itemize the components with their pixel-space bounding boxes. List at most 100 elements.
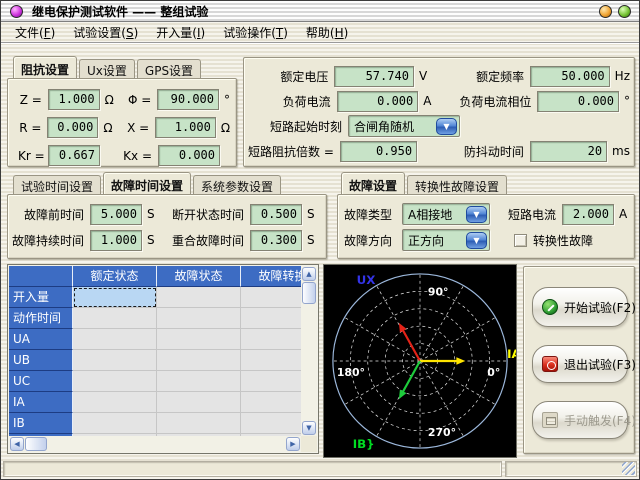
reclose-fault-time-unit: S [302, 233, 315, 247]
table-cell[interactable] [241, 392, 301, 413]
tab-convertible-fault-settings[interactable]: 转换性故障设置 [407, 175, 507, 194]
r-label: R = [18, 121, 47, 135]
scroll-up-icon[interactable]: ▲ [302, 267, 316, 281]
rated-voltage-input[interactable]: 57.740 [334, 66, 414, 87]
load-current-input[interactable]: 0.000 [337, 91, 419, 112]
table-cell[interactable] [73, 371, 157, 392]
convertible-fault-label: 转换性故障 [533, 232, 593, 249]
tab-ux-settings[interactable]: Ux设置 [79, 59, 135, 78]
rated-frequency-label: 额定频率 [435, 68, 530, 85]
scroll-left-icon[interactable]: ◀ [10, 437, 24, 451]
tab-fault-settings[interactable]: 故障设置 [341, 172, 405, 194]
phase-group-label: UX [357, 273, 376, 287]
z-input[interactable]: 1.000 [48, 89, 100, 110]
chevron-down-icon[interactable]: ▼ [466, 206, 487, 223]
row-header[interactable]: IA [9, 392, 73, 413]
fault-type-label: 故障类型 [344, 206, 402, 223]
phi-input[interactable]: 90.000 [157, 89, 219, 110]
table-cell[interactable] [241, 371, 301, 392]
tab-fault-time-settings[interactable]: 故障时间设置 [103, 172, 191, 194]
table-cell[interactable] [157, 392, 241, 413]
pre-fault-time-unit: S [142, 207, 158, 221]
pre-fault-time-input[interactable]: 5.000 [90, 204, 142, 225]
row-header[interactable]: UC [9, 371, 73, 392]
horizontal-scrollbar[interactable]: ◀ ▶ [9, 436, 301, 452]
horizontal-scroll-thumb[interactable] [25, 437, 47, 451]
table-cell[interactable] [241, 413, 301, 434]
anti-shake-time-input[interactable]: 20 [530, 141, 607, 162]
kr-input[interactable]: 0.667 [48, 145, 100, 166]
table-cell[interactable] [241, 287, 301, 308]
x-input[interactable]: 1.000 [155, 117, 216, 138]
vertical-scrollbar[interactable]: ▲ ▼ [301, 266, 317, 436]
convertible-fault-checkbox[interactable] [514, 234, 527, 247]
short-circuit-current-unit: A [614, 207, 627, 221]
table-cell[interactable] [157, 308, 241, 329]
fault-type-select[interactable]: A相接地 ▼ [402, 203, 490, 225]
yellow-vector-arrowhead [456, 357, 465, 365]
rated-frequency-input[interactable]: 50.000 [530, 66, 610, 87]
column-header: 额定状态 [73, 266, 157, 287]
angle-label: 180° [337, 366, 365, 379]
scroll-right-icon[interactable]: ▶ [286, 437, 300, 451]
impedance-multiple-label: 短路阻抗倍数 = [248, 143, 340, 160]
app-window: 继电保护测试软件 —— 整组试验 文件(F) 试验设置(S) 开入量(I) 试验… [0, 0, 640, 480]
impedance-multiple-input[interactable]: 0.950 [340, 141, 417, 162]
chevron-down-icon[interactable]: ▼ [436, 118, 457, 135]
row-header[interactable]: UB [9, 350, 73, 371]
exit-test-button[interactable]: 退出试验(F3) [532, 345, 628, 383]
kx-input[interactable]: 0.000 [158, 145, 220, 166]
table-cell[interactable] [73, 392, 157, 413]
tab-impedance-settings[interactable]: 阻抗设置 [13, 56, 77, 78]
close-button[interactable] [618, 5, 631, 18]
menu-test-settings[interactable]: 试验设置(S) [64, 22, 147, 43]
vertical-scroll-thumb[interactable] [302, 282, 316, 304]
start-test-button[interactable]: 开始试验(F2) [532, 287, 628, 327]
r-unit: Ω [98, 121, 120, 135]
fault-direction-select[interactable]: 正方向 ▼ [402, 229, 490, 251]
open-state-time-input[interactable]: 0.500 [250, 204, 302, 225]
table-cell[interactable] [73, 413, 157, 434]
tab-system-param-settings[interactable]: 系统参数设置 [193, 175, 281, 194]
reclose-fault-time-input[interactable]: 0.300 [250, 230, 302, 251]
polar-gridline [420, 317, 495, 361]
table-cell[interactable] [241, 350, 301, 371]
manual-trigger-button[interactable]: 手动触发(F4) [532, 401, 628, 439]
row-header[interactable]: IB [9, 413, 73, 434]
r-input[interactable]: 0.000 [47, 117, 98, 138]
tab-test-time-settings[interactable]: 试验时间设置 [13, 175, 101, 194]
menu-binary-input[interactable]: 开入量(I) [147, 22, 214, 43]
resize-grip[interactable] [622, 462, 635, 475]
table-cell[interactable] [157, 413, 241, 434]
menu-test-operation[interactable]: 试验操作(T) [214, 22, 297, 43]
table-cell[interactable] [73, 329, 157, 350]
phi-label: Φ = [122, 93, 158, 107]
row-header[interactable]: 动作时间 [9, 308, 73, 329]
row-header[interactable]: 开入量 [9, 287, 73, 308]
table-cell[interactable] [73, 287, 157, 308]
short-circuit-start-select[interactable]: 合闸角随机 ▼ [348, 115, 460, 137]
row-header[interactable]: UA [9, 329, 73, 350]
menu-help[interactable]: 帮助(H) [297, 22, 357, 43]
chevron-down-icon[interactable]: ▼ [466, 232, 487, 249]
short-circuit-current-input[interactable]: 2.000 [562, 204, 614, 225]
table-cell[interactable] [157, 371, 241, 392]
load-current-phase-unit: ° [619, 94, 630, 108]
table-cell[interactable] [157, 287, 241, 308]
table-cell[interactable] [73, 350, 157, 371]
fault-duration-input[interactable]: 1.000 [90, 230, 142, 251]
manual-trigger-icon [542, 412, 558, 428]
minimize-button[interactable] [599, 5, 612, 18]
table-cell[interactable] [241, 329, 301, 350]
menu-file[interactable]: 文件(F) [6, 22, 64, 43]
table-cell[interactable] [73, 308, 157, 329]
table-cell[interactable] [241, 308, 301, 329]
tab-gps-settings[interactable]: GPS设置 [137, 59, 201, 78]
scroll-down-icon[interactable]: ▼ [302, 421, 316, 435]
z-label: Z = [18, 93, 48, 107]
table-cell[interactable] [157, 350, 241, 371]
phase-group-label: IB} [353, 437, 375, 451]
load-current-phase-input[interactable]: 0.000 [537, 91, 619, 112]
table-cell[interactable] [157, 329, 241, 350]
title-bar[interactable]: 继电保护测试软件 —— 整组试验 [1, 1, 639, 22]
